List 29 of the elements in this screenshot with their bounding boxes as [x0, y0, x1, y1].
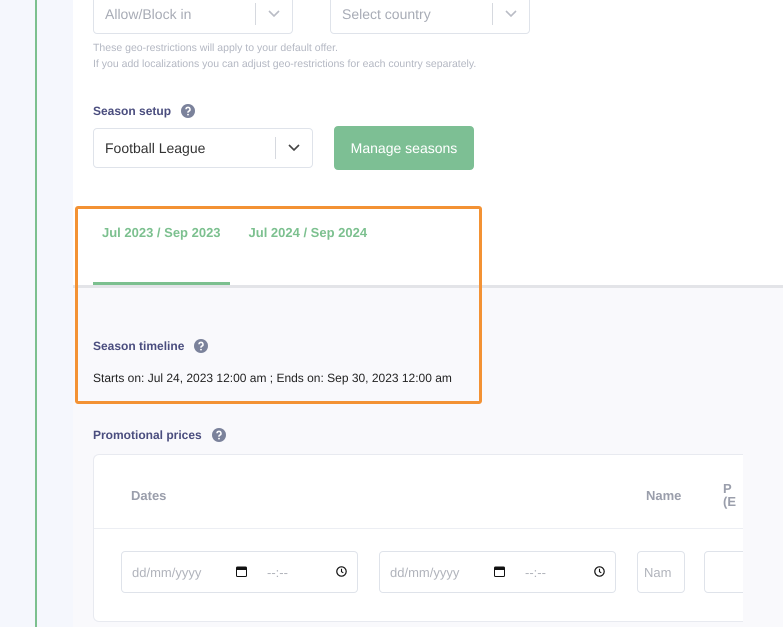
hint-text: If you add localizations you can adjust geo-restrictions for each country separately. [93, 57, 478, 72]
calendar-icon[interactable] [236, 566, 247, 577]
calendar-icon[interactable] [494, 566, 505, 577]
clock-icon[interactable] [336, 566, 347, 577]
help-icon[interactable] [181, 104, 196, 118]
hint-text: These geo-restrictions will apply to your default offer. [93, 41, 339, 56]
time-field[interactable]: --:-- [515, 551, 616, 593]
season-setup-label: Season setup [93, 103, 172, 120]
season-tab[interactable]: Jul 2024 / Sep 2024 [240, 213, 376, 285]
clock-icon[interactable] [594, 566, 605, 577]
chevron-icon [268, 10, 280, 18]
help-icon[interactable] [194, 339, 208, 353]
dropdown[interactable]: Allow/Block in [93, 0, 293, 34]
time-field[interactable]: --:-- [257, 551, 358, 593]
season-timeline-text: Starts on: Jul 24, 2023 12:00 am ; Ends on: Sep 30, 2023 12:00 am [93, 370, 453, 387]
chevron-icon [288, 144, 300, 152]
dropdown[interactable]: Football League [93, 128, 313, 168]
season-timeline-label: Season timeline [93, 338, 184, 355]
dropdown[interactable]: Select country [330, 0, 530, 34]
help-icon[interactable] [212, 428, 226, 442]
date-field[interactable]: dd/mm/yyyy [379, 551, 516, 593]
column-header: Dates [131, 489, 166, 502]
chevron-icon [505, 10, 517, 18]
promotional-prices-label: Promotional prices [93, 427, 202, 444]
name-field[interactable]: Nam [637, 551, 685, 593]
manage-seasons-button[interactable]: Manage seasons [334, 126, 474, 170]
column-header: Name [646, 489, 682, 502]
date-field[interactable]: dd/mm/yyyy [121, 551, 258, 593]
column-header: P (E [723, 482, 736, 508]
